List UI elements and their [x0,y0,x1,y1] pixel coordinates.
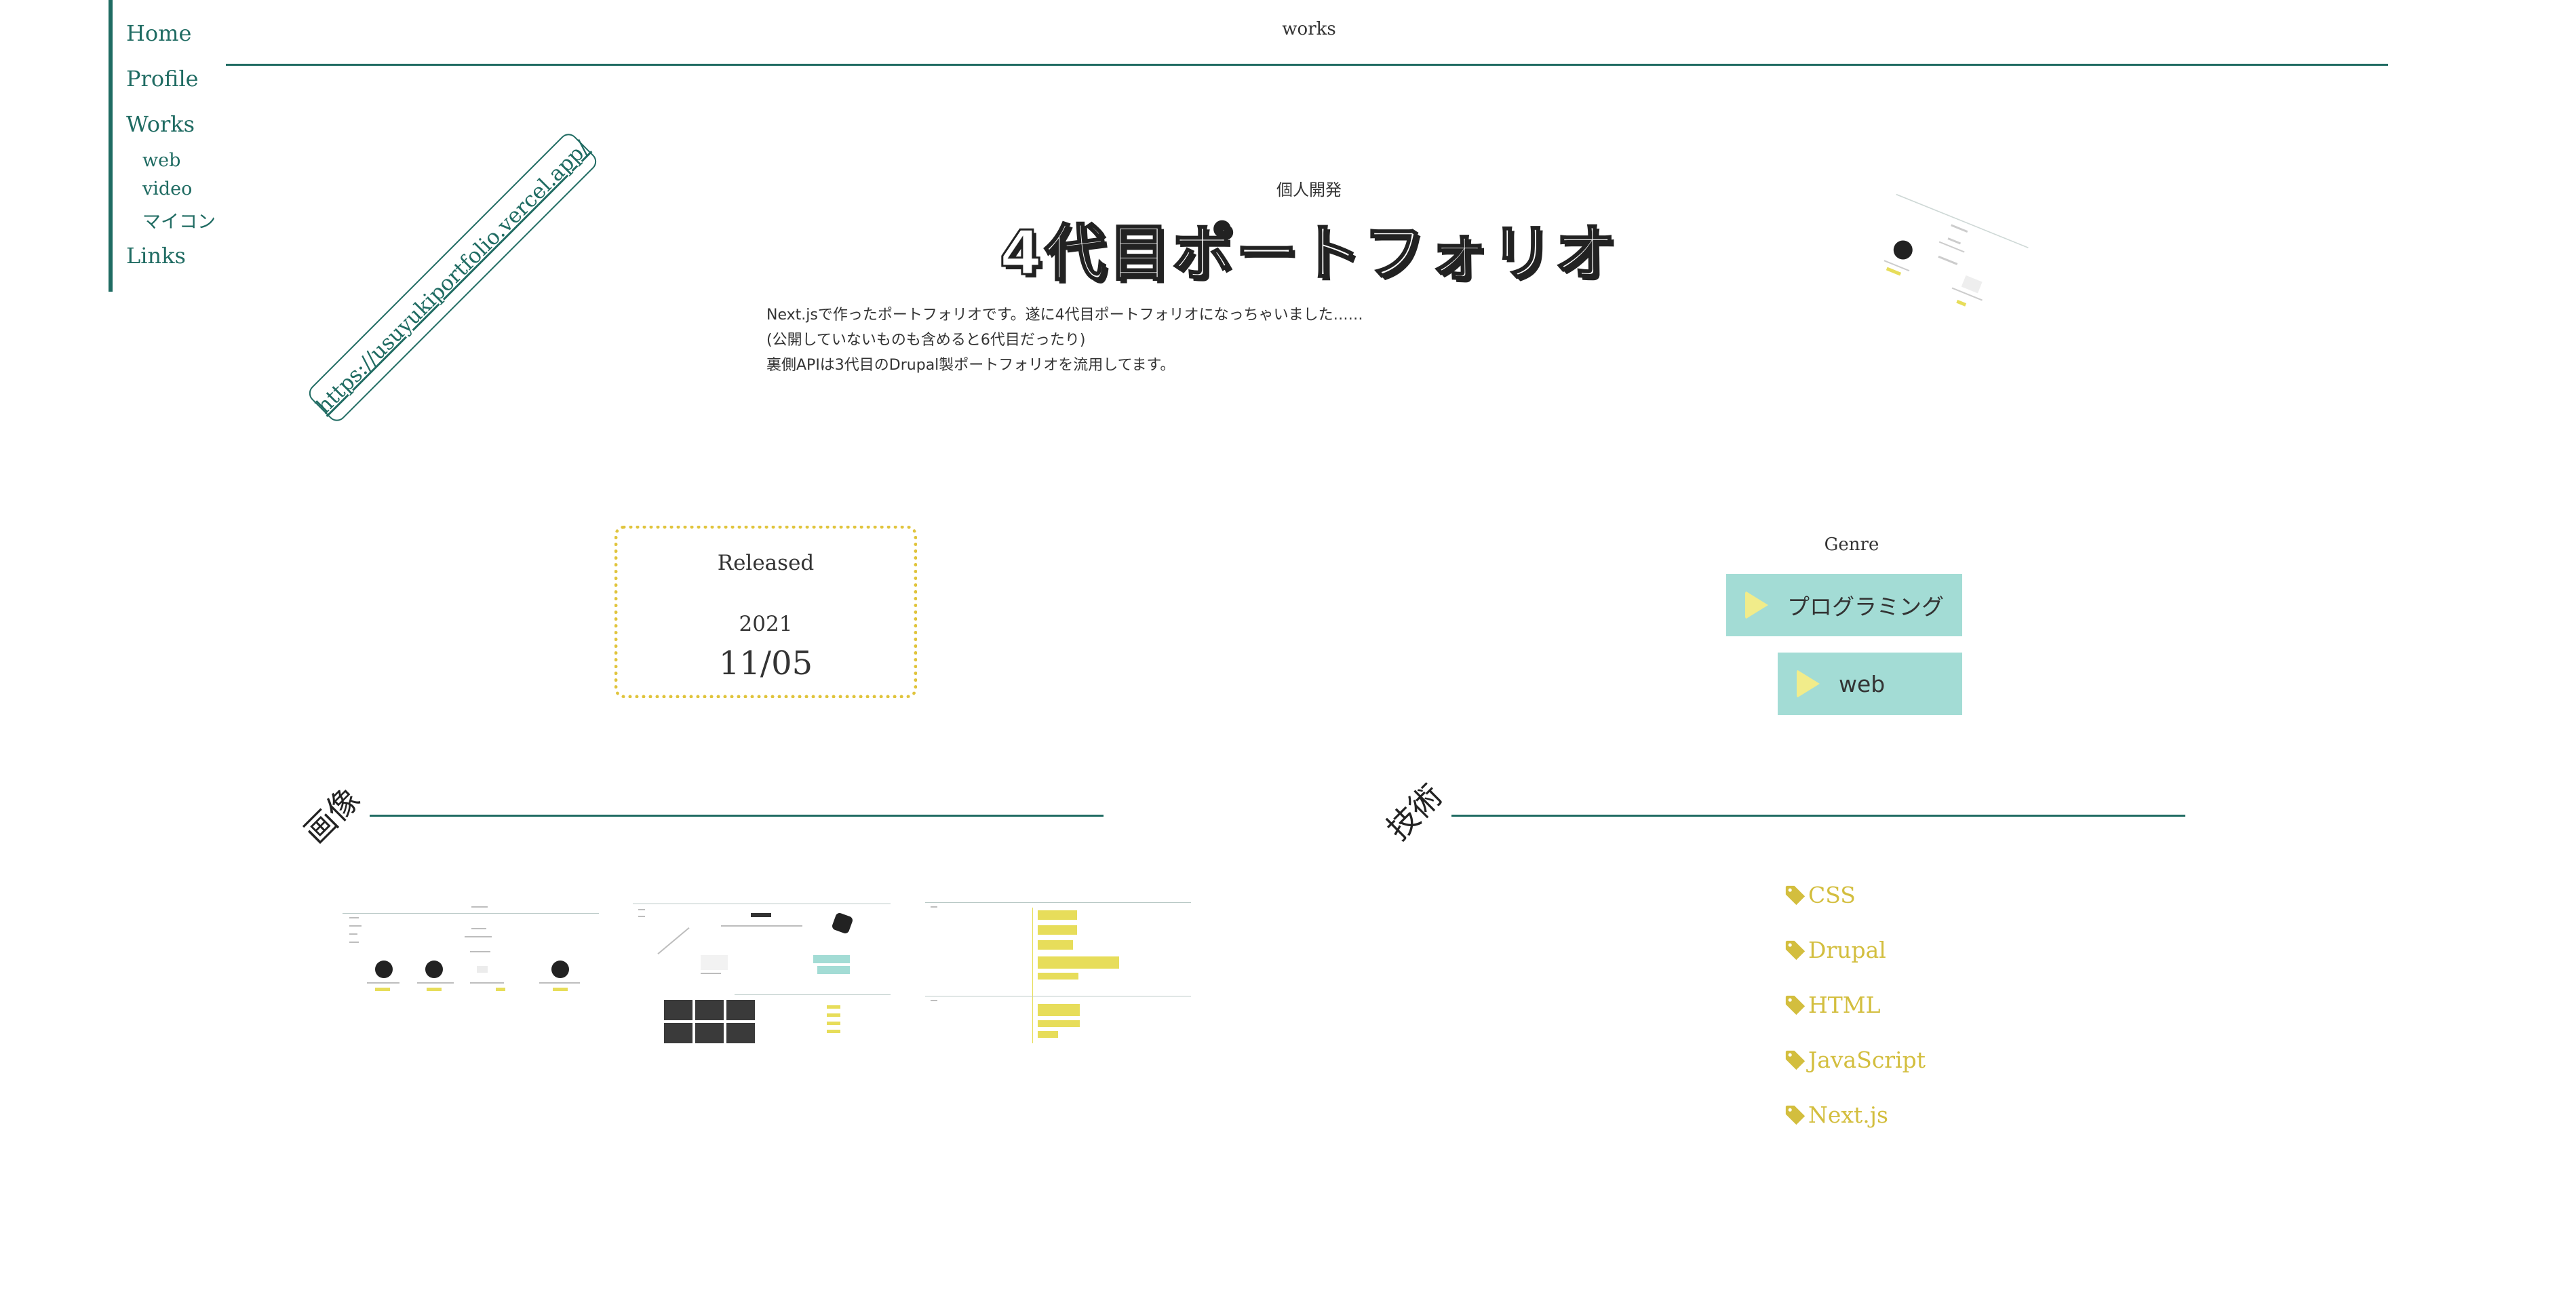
tech-tag-label: Drupal [1808,937,1886,963]
image-thumbnail-2[interactable] [633,893,891,1049]
nav-home[interactable]: Home [126,20,191,46]
hero-screenshot-thumbnail[interactable] [1860,193,2029,336]
hero-thumbnail-graphic [1884,194,2029,307]
tech-tag-label: Next.js [1808,1102,1888,1128]
tech-section-heading: 技術 [1379,777,1449,847]
play-icon [1745,591,1768,619]
work-title: 4代目ポートフォリオ [998,217,1619,290]
released-date: 11/05 [718,644,813,682]
genre-label: Genre [1824,535,1879,555]
work-category: 個人開発 [1276,180,1342,199]
released-box: Released 2021 11/05 [614,526,917,698]
nav-works[interactable]: Works [126,111,195,137]
tech-tag-javascript[interactable]: JavaScript [1784,1047,1926,1073]
tech-tag-label: HTML [1808,992,1881,1018]
images-section-heading: 画像 [296,780,367,851]
nav-works-video[interactable]: video [142,178,192,199]
work-description: Next.jsで作ったポートフォリオです。遂に4代目ポートフォリオになっちゃいま… [766,303,1580,378]
tech-tag-html[interactable]: HTML [1784,992,1881,1018]
image-thumbnail-3[interactable] [925,893,1191,1049]
tag-icon [1785,995,1806,1015]
tech-tag-label: JavaScript [1808,1047,1926,1073]
nav-works-web[interactable]: web [142,150,180,171]
play-icon [1797,670,1820,698]
tag-icon [1785,940,1806,960]
released-year: 2021 [739,612,793,636]
description-line: 裏側APIは3代目のDrupal製ポートフォリオを流用してます。 [766,357,1175,374]
page-label: works [1282,19,1336,39]
tag-icon [1785,1105,1806,1125]
description-line: Next.jsで作ったポートフォリオです。遂に4代目ポートフォリオになっちゃいま… [766,307,1363,324]
tech-tag-drupal[interactable]: Drupal [1784,937,1886,963]
released-label: Released [717,551,815,575]
tag-icon [1785,885,1806,905]
genre-button-label: web [1839,670,1886,697]
nav-links[interactable]: Links [126,243,186,269]
nav-works-maikon[interactable]: マイコン [142,207,216,233]
images-section-divider [370,815,1104,817]
header-divider [226,64,2388,66]
nav-profile[interactable]: Profile [126,66,199,92]
tag-icon [1785,1050,1806,1070]
tech-tag-label: CSS [1808,882,1856,908]
tech-section-divider [1451,815,2185,817]
genre-button-label: プログラミング [1787,594,1944,620]
genre-button-programming[interactable]: プログラミング [1726,574,1962,636]
genre-button-web[interactable]: web [1778,653,1962,715]
side-nav: Home Profile Works web video マイコン Links [109,0,235,292]
site-url-link[interactable]: https://usuyukiportfolio.vercel.app/ [305,130,600,425]
tech-tag-css[interactable]: CSS [1784,882,1856,908]
description-line: (公開していないものも含めると6代目だったり) [766,332,1086,349]
image-thumbnail-1[interactable] [343,902,599,1004]
tech-tag-nextjs[interactable]: Next.js [1784,1102,1888,1128]
